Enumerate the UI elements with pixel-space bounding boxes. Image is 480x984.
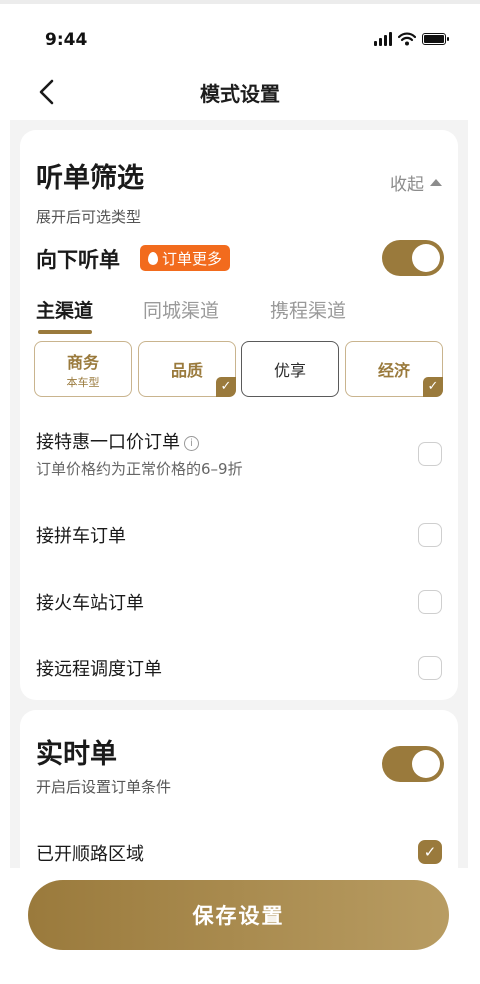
wifi-icon [398, 32, 416, 46]
chip-label: 经济 [377, 361, 410, 380]
chip-label: 优享 [273, 361, 306, 380]
option-label: 接远程调度订单 [36, 659, 162, 680]
carpool-checkbox[interactable] [418, 523, 442, 547]
filter-section-subtitle: 展开后可选类型 [36, 208, 142, 226]
more-orders-badge: 订单更多 [140, 245, 231, 271]
realtime-section-title: 实时单 [36, 739, 117, 770]
collapse-button[interactable]: 收起 [390, 170, 442, 195]
option-label: 已开顺路区域 [36, 844, 144, 865]
filter-card: 听单筛选 展开后可选类型 收起 向下听单 订单更多 主渠道 同城渠道 携程渠道 … [20, 130, 458, 700]
top-divider [0, 0, 480, 4]
badge-label: 订单更多 [162, 249, 223, 268]
option-train-station[interactable]: 接火车站订单 [36, 587, 442, 617]
realtime-section-subtitle: 开启后设置订单条件 [36, 778, 172, 796]
collapse-label: 收起 [390, 175, 424, 195]
flame-icon [148, 251, 158, 265]
status-icons [374, 32, 449, 46]
info-icon[interactable]: i [184, 436, 199, 451]
status-bar: 9:44 [0, 24, 480, 56]
option-discount-fixed-price[interactable]: 接特惠一口价订单 i 订单价格约为正常价格的6–9折 [36, 428, 442, 488]
train-station-checkbox[interactable] [418, 590, 442, 614]
remote-dispatch-checkbox[interactable] [418, 656, 442, 680]
signal-icon [374, 32, 392, 46]
save-settings-button[interactable]: 保存设置 [28, 880, 449, 950]
option-label: 接拼车订单 [36, 526, 126, 547]
option-carpool[interactable]: 接拼车订单 [36, 520, 442, 550]
battery-icon [422, 33, 449, 45]
option-label: 接特惠一口价订单 i [36, 428, 199, 454]
check-icon: ✓ [216, 377, 236, 397]
tab-main-channel[interactable]: 主渠道 [36, 296, 93, 323]
tab-city-channel[interactable]: 同城渠道 [143, 296, 219, 323]
option-route-area[interactable]: 已开顺路区域 ✓ [36, 838, 442, 868]
route-area-checkbox[interactable]: ✓ [418, 840, 442, 864]
chip-economy[interactable]: 经济 ✓ [345, 341, 443, 397]
chip-business[interactable]: 商务 本车型 [34, 341, 132, 397]
chip-quality[interactable]: 品质 ✓ [138, 341, 236, 397]
option-description: 订单价格约为正常价格的6–9折 [36, 460, 243, 478]
status-time: 9:44 [45, 30, 88, 50]
chip-premium[interactable]: 优享 [241, 341, 339, 397]
active-tab-indicator [38, 330, 92, 334]
settings-content[interactable]: 听单筛选 展开后可选类型 收起 向下听单 订单更多 主渠道 同城渠道 携程渠道 … [10, 120, 468, 868]
chip-label: 商务 [66, 352, 99, 372]
listen-down-label: 向下听单 [36, 248, 120, 272]
option-label: 接火车站订单 [36, 593, 144, 614]
discount-checkbox[interactable] [418, 442, 442, 466]
realtime-card: 实时单 开启后设置订单条件 已开顺路区域 ✓ [20, 710, 458, 868]
realtime-toggle[interactable] [382, 746, 444, 782]
vehicle-type-chips: 商务 本车型 品质 ✓ 优享 经济 ✓ [34, 341, 446, 397]
filter-section-title: 听单筛选 [36, 163, 144, 194]
listen-down-toggle[interactable] [382, 240, 444, 276]
triangle-up-icon [430, 179, 442, 186]
tab-ctrip-channel[interactable]: 携程渠道 [270, 296, 346, 323]
nav-bar: 模式设置 [0, 66, 480, 116]
check-icon: ✓ [423, 377, 443, 397]
page-title: 模式设置 [200, 82, 280, 106]
chip-sublabel: 本车型 [66, 375, 100, 389]
chip-label: 品质 [170, 361, 203, 380]
option-remote-dispatch[interactable]: 接远程调度订单 [36, 653, 442, 683]
